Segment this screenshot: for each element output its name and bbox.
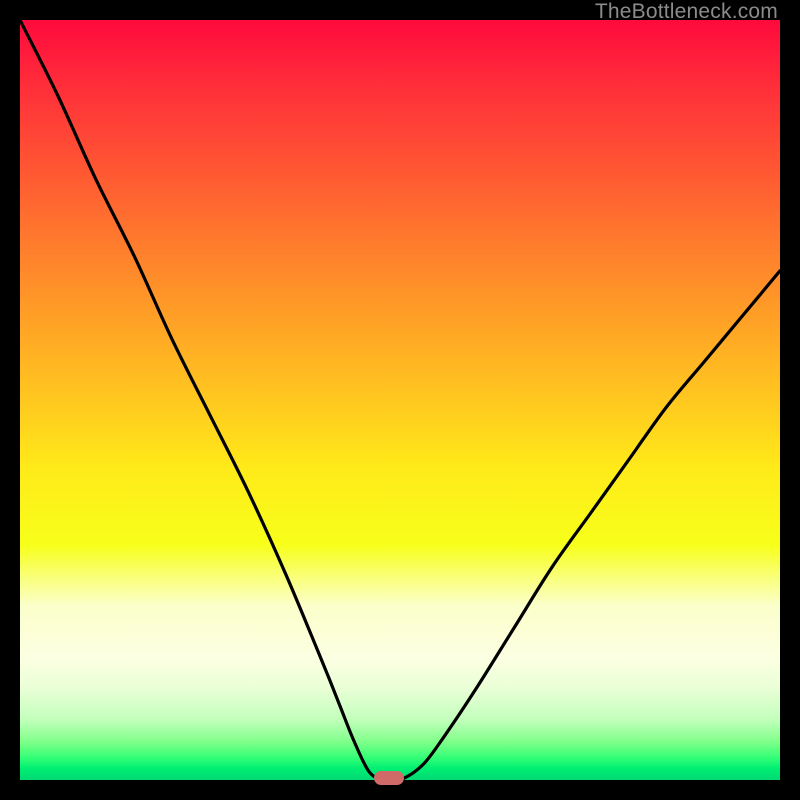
plot-area — [20, 20, 780, 780]
bottleneck-curve — [20, 20, 780, 780]
chart-frame: TheBottleneck.com — [0, 0, 800, 800]
optimum-marker — [374, 771, 404, 785]
